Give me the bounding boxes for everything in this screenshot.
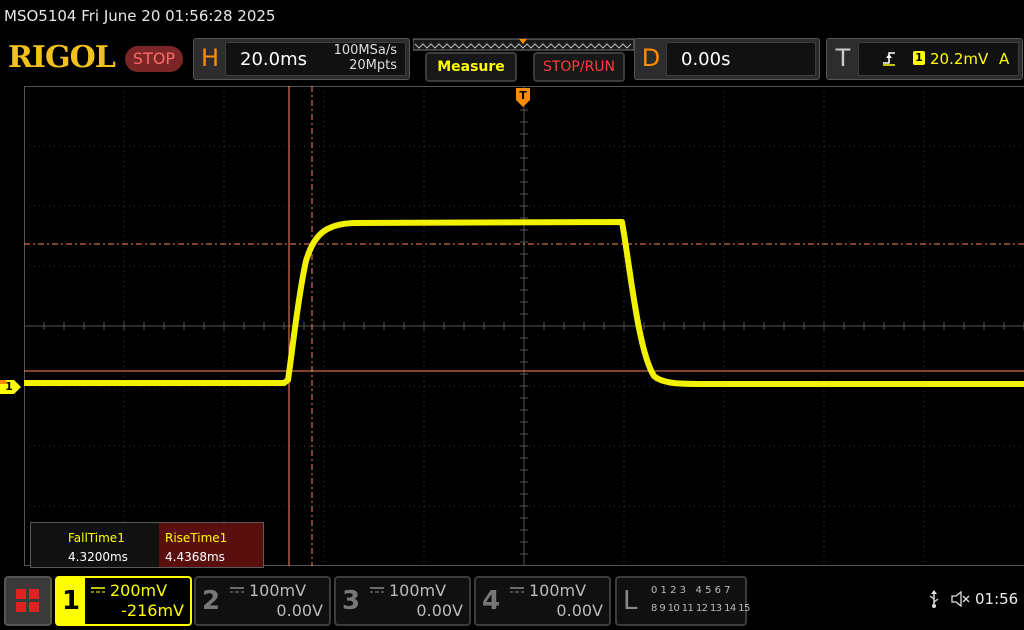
dc-coupling-icon (510, 587, 524, 593)
channel-1-scale: 200mV (110, 581, 168, 600)
channel-3-scale: 100mV (389, 581, 447, 600)
waveform-display[interactable] (24, 86, 1024, 566)
delay-panel[interactable]: D 0.00s (634, 38, 820, 80)
logic-channels-row1: 0 1 2 3 4 5 6 7 (651, 585, 731, 596)
channel-1-panel[interactable]: 1 200mV -216mV (55, 576, 192, 626)
falltime-value: 4.3200ms (68, 550, 128, 564)
device-title: MSO5104 Fri June 20 01:56:28 2025 (4, 7, 276, 25)
channel-2-number: 2 (202, 586, 221, 616)
dc-coupling-icon (230, 587, 244, 593)
usb-icon (929, 590, 939, 608)
system-clock: 01:56 (975, 590, 1019, 608)
dc-coupling-icon (91, 587, 105, 593)
channel-1-offset-marker[interactable]: 1 (0, 378, 22, 396)
channel-2-scale: 100mV (249, 581, 307, 600)
speaker-muted-icon[interactable] (951, 590, 971, 608)
channel-4-scale: 100mV (529, 581, 587, 600)
logic-channels-row2: 8 9 10 11 12 13 14 15 (651, 603, 750, 614)
risetime-value: 4.4368ms (165, 550, 225, 564)
dc-coupling-icon (370, 587, 384, 593)
measurement-results[interactable]: FallTime1 4.3200ms RiseTime1 4.4368ms (30, 522, 264, 568)
measurement-falltime: FallTime1 4.3200ms (31, 523, 159, 567)
delay-readout: 0.00s (666, 42, 816, 76)
delay-tag: D (641, 44, 661, 72)
measurement-risetime: RiseTime1 4.4368ms (159, 523, 263, 567)
channel-1-offset: -216mV (121, 601, 184, 620)
falltime-label: FallTime1 (68, 531, 125, 545)
channel-2-panel[interactable]: 2 100mV 0.00V (194, 576, 331, 626)
channel-4-offset: 0.00V (556, 601, 603, 620)
measure-button[interactable]: Measure (425, 52, 517, 82)
sample-rate: 100MSa/s (333, 43, 397, 58)
channel-1-number: 1 (61, 586, 81, 616)
measure-button-label: Measure (437, 59, 505, 75)
trigger-mode: A (999, 50, 1010, 68)
channel-3-offset: 0.00V (416, 601, 463, 620)
trigger-position-marker[interactable]: T (515, 86, 531, 108)
title-bar: MSO5104 Fri June 20 01:56:28 2025 (0, 0, 1024, 32)
channel-4-number: 4 (482, 586, 501, 616)
channel-1-number-bg: 1 (57, 578, 85, 624)
stop-run-button[interactable]: STOP/RUN (533, 52, 625, 82)
trigger-level: 20.2mV (930, 50, 989, 68)
grid-menu-icon (16, 589, 39, 612)
risetime-label: RiseTime1 (165, 531, 228, 545)
horizontal-readout: 20.0ms 100MSa/s 20Mpts (225, 42, 406, 76)
home-menu-button[interactable] (4, 576, 52, 626)
trigger-panel[interactable]: T 1 20.2mV A (826, 38, 1023, 80)
logic-panel[interactable]: L 0 1 2 3 4 5 6 7 8 9 10 11 12 13 14 15 (615, 576, 750, 626)
delay-value: 0.00s (681, 49, 731, 70)
rising-edge-icon (883, 52, 895, 66)
logic-tag: L (623, 586, 638, 616)
memory-depth: 20Mpts (349, 58, 397, 73)
channel-1-marker-label: 1 (5, 380, 13, 393)
memory-position-strip[interactable] (413, 38, 635, 52)
trigger-marker-label: T (519, 89, 527, 102)
trigger-readout: 1 20.2mV A (858, 42, 1019, 76)
trigger-tag: T (835, 44, 851, 72)
trigger-channel-badge: 1 (913, 51, 925, 65)
run-status-badge[interactable]: STOP (125, 46, 183, 72)
timebase-value: 20.0ms (240, 49, 307, 70)
stop-run-button-label: STOP/RUN (542, 59, 616, 75)
channel-3-number: 3 (342, 586, 361, 616)
horizontal-panel[interactable]: H 20.0ms 100MSa/s 20Mpts (193, 38, 410, 80)
channel-3-panel[interactable]: 3 100mV 0.00V (334, 576, 471, 626)
horizontal-tag: H (200, 44, 220, 72)
rigol-logo: RIGOL (8, 40, 116, 75)
channel-4-panel[interactable]: 4 100mV 0.00V (474, 576, 611, 626)
channel-2-offset: 0.00V (276, 601, 323, 620)
